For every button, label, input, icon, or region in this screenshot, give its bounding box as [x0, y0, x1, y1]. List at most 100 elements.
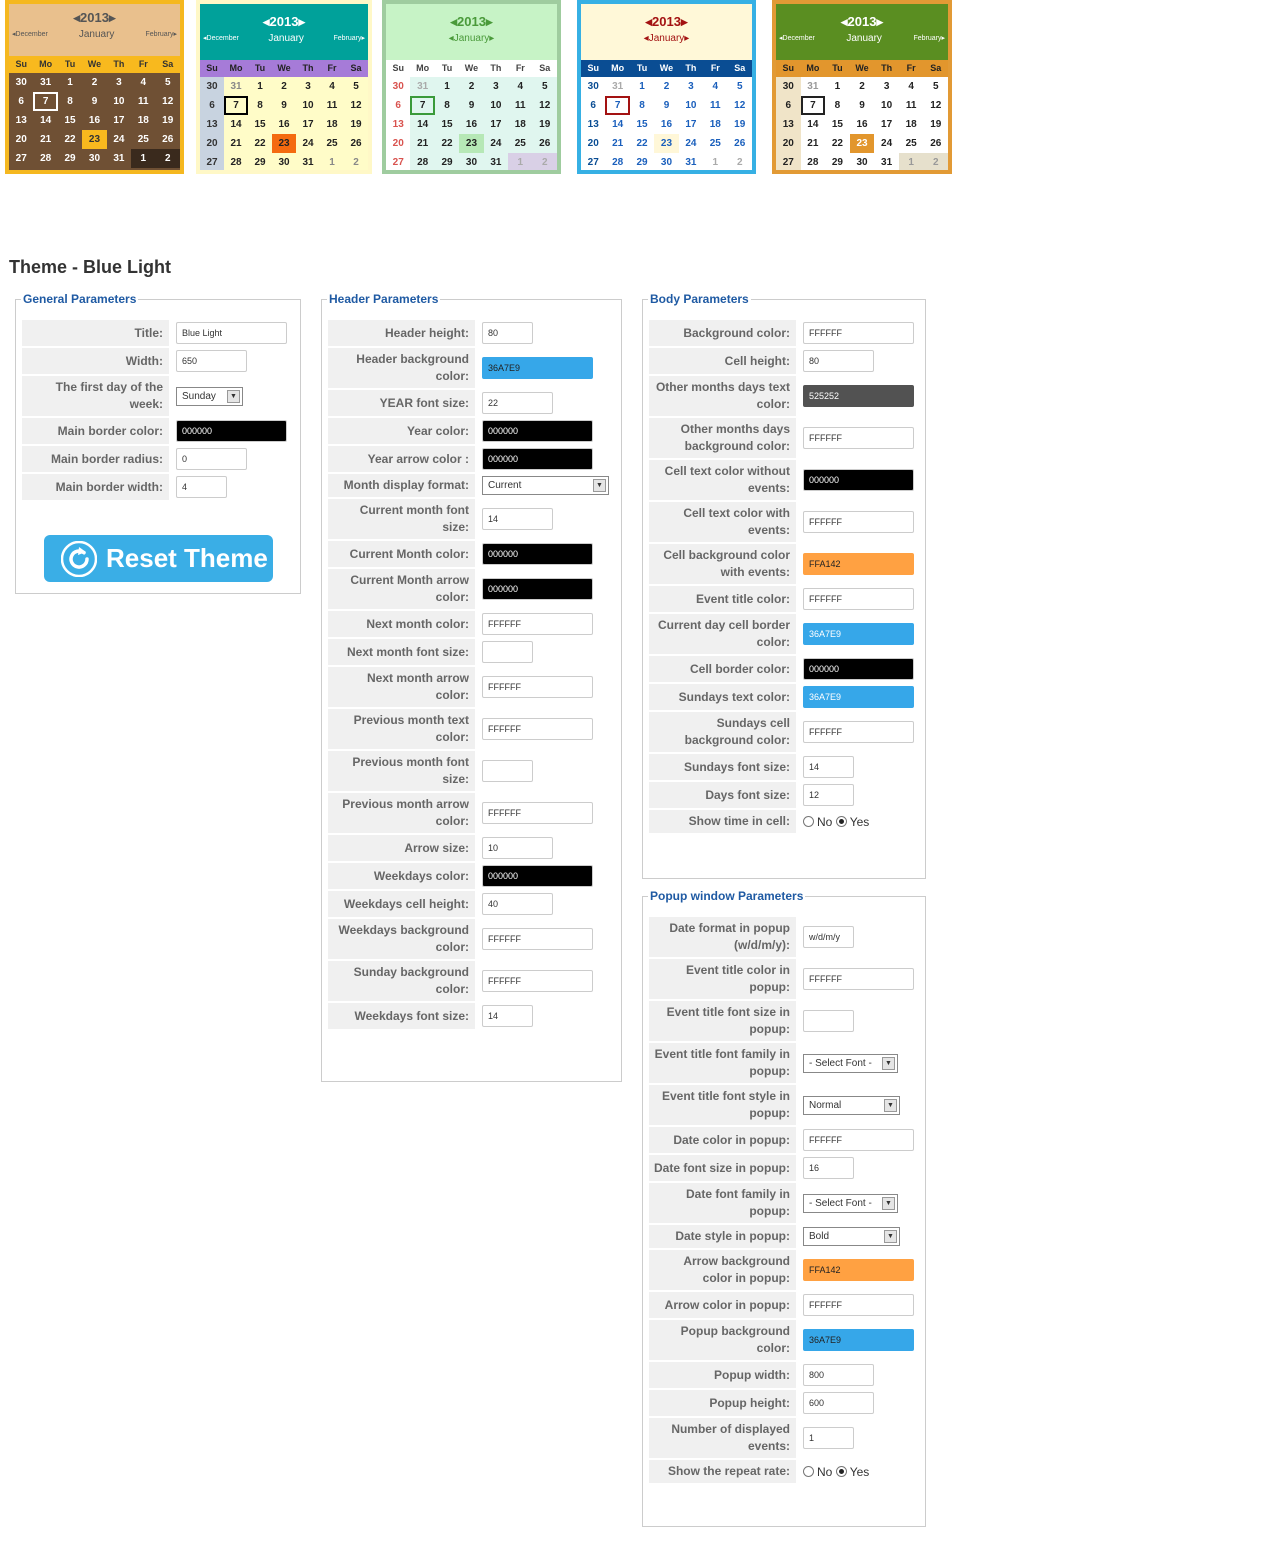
other-days-bg-input[interactable]: FFFFFF [803, 427, 914, 449]
day-cell[interactable]: 1 [508, 153, 533, 170]
day-cell[interactable]: 11 [703, 96, 727, 115]
day-cell[interactable]: 9 [272, 96, 296, 115]
day-cell[interactable]: 14 [605, 115, 629, 134]
day-cell[interactable]: 23 [849, 134, 875, 153]
day-cell[interactable]: 8 [248, 96, 272, 115]
day-cell[interactable]: 27 [581, 153, 606, 170]
day-cell[interactable]: 28 [410, 153, 434, 170]
day-cell[interactable]: 24 [296, 134, 320, 153]
day-cell[interactable]: 27 [9, 149, 34, 168]
day-cell[interactable]: 2 [344, 153, 368, 170]
day-cell[interactable]: 27 [776, 153, 801, 170]
show-time-yes-radio[interactable] [835, 815, 847, 827]
day-cell[interactable]: 30 [776, 77, 801, 96]
day-cell[interactable]: 1 [131, 149, 156, 168]
day-cell[interactable]: 2 [654, 77, 678, 96]
day-cell[interactable]: 23 [272, 134, 296, 153]
day-cell[interactable]: 20 [776, 134, 801, 153]
popup-date-format-input[interactable]: w/d/m/y [803, 926, 854, 948]
day-cell[interactable]: 23 [654, 134, 679, 153]
day-cell[interactable]: 17 [296, 115, 320, 134]
cell-border-color-input[interactable]: 000000 [803, 658, 914, 680]
day-cell[interactable]: 4 [320, 77, 344, 96]
day-cell[interactable]: 2 [459, 77, 483, 96]
main-border-radius-input[interactable]: 0 [176, 448, 247, 470]
first-day-select[interactable]: Sunday ▼ [176, 386, 243, 406]
day-cell[interactable]: 4 [899, 77, 924, 96]
day-cell[interactable]: 1 [703, 153, 728, 170]
day-cell[interactable]: 1 [248, 77, 272, 96]
day-cell[interactable]: 1 [825, 77, 850, 96]
day-cell[interactable]: 24 [679, 134, 703, 153]
day-cell[interactable]: 1 [435, 77, 459, 96]
day-cell[interactable]: 1 [58, 73, 82, 92]
day-cell[interactable]: 14 [33, 111, 57, 130]
main-border-width-input[interactable]: 4 [176, 476, 227, 498]
day-cell[interactable]: 30 [82, 149, 106, 168]
body-bg-input[interactable]: FFFFFF [803, 322, 914, 344]
day-cell[interactable]: 31 [801, 77, 826, 96]
day-cell[interactable]: 25 [703, 134, 727, 153]
day-cell[interactable]: 31 [484, 153, 508, 170]
prev-month-arrow-input[interactable]: FFFFFF [482, 802, 593, 824]
day-cell[interactable]: 17 [484, 115, 508, 134]
day-cell[interactable]: 11 [899, 96, 924, 115]
next-month-link[interactable]: February▸ [913, 34, 945, 42]
day-cell[interactable]: 2 [82, 73, 106, 92]
day-cell[interactable]: 6 [776, 96, 801, 115]
day-cell[interactable]: 24 [484, 134, 508, 153]
day-cell[interactable]: 24 [874, 134, 899, 153]
day-cell[interactable]: 12 [728, 96, 752, 115]
day-cell[interactable]: 16 [654, 115, 678, 134]
day-cell[interactable]: 6 [581, 96, 606, 115]
day-cell[interactable]: 28 [224, 153, 248, 170]
day-cell[interactable]: 25 [508, 134, 532, 153]
day-cell[interactable]: 31 [679, 153, 703, 170]
day-cell[interactable]: 30 [459, 153, 483, 170]
day-cell[interactable]: 18 [899, 115, 924, 134]
popup-width-input[interactable]: 800 [803, 1364, 874, 1386]
arrow-size-input[interactable]: 10 [482, 837, 553, 859]
day-cell[interactable]: 8 [825, 96, 850, 115]
day-cell[interactable]: 3 [484, 77, 508, 96]
day-cell[interactable]: 6 [386, 96, 411, 115]
theme-thumbnail[interactable]: ◂2013▸ ◂December January February▸ Su Mo Tu We T… [5, 0, 184, 174]
day-cell[interactable]: 9 [82, 92, 106, 111]
day-cell[interactable]: 10 [874, 96, 899, 115]
current-month-arrow-input[interactable]: 000000 [482, 578, 593, 600]
day-cell[interactable]: 2 [272, 77, 296, 96]
text-no-events-input[interactable]: 000000 [803, 469, 914, 491]
day-cell[interactable]: 2 [532, 153, 557, 170]
day-cell[interactable]: 4 [703, 77, 727, 96]
weekdays-height-input[interactable]: 40 [482, 893, 553, 915]
day-cell[interactable]: 22 [630, 134, 654, 153]
day-cell[interactable]: 17 [107, 111, 131, 130]
day-cell[interactable]: 7 [800, 96, 826, 115]
reset-theme-button[interactable]: Reset Theme [44, 535, 273, 582]
month-format-select[interactable]: Current ▼ [482, 476, 609, 495]
day-cell[interactable]: 21 [33, 130, 57, 149]
day-cell[interactable]: 31 [605, 77, 629, 96]
header-height-input[interactable]: 80 [482, 322, 533, 344]
weekdays-size-input[interactable]: 14 [482, 1005, 533, 1027]
day-cell[interactable]: 26 [156, 130, 180, 149]
day-cell[interactable]: 20 [386, 134, 411, 153]
repeat-rate-yes-radio[interactable] [835, 1465, 847, 1477]
day-cell[interactable]: 30 [654, 153, 678, 170]
day-cell[interactable]: 1 [630, 77, 654, 96]
day-cell[interactable]: 12 [533, 96, 557, 115]
day-cell[interactable]: 11 [508, 96, 532, 115]
theme-thumbnail[interactable]: ◂2013▸ ◂December January February▸ Su Mo Tu We T… [772, 0, 952, 174]
day-cell[interactable]: 12 [923, 96, 948, 115]
day-cell[interactable]: 10 [107, 92, 131, 111]
day-cell[interactable]: 26 [728, 134, 752, 153]
weekdays-bg-input[interactable]: FFFFFF [482, 928, 593, 950]
day-cell[interactable]: 12 [156, 92, 180, 111]
popup-date-family-select[interactable]: - Select Font - ▼ [803, 1193, 898, 1213]
day-cell[interactable]: 26 [533, 134, 557, 153]
popup-date-color-input[interactable]: FFFFFF [803, 1129, 914, 1151]
popup-title-style-select[interactable]: Normal ▼ [803, 1095, 900, 1115]
day-cell[interactable]: 27 [200, 153, 224, 170]
day-cell[interactable]: 22 [435, 134, 459, 153]
day-cell[interactable]: 21 [224, 134, 248, 153]
